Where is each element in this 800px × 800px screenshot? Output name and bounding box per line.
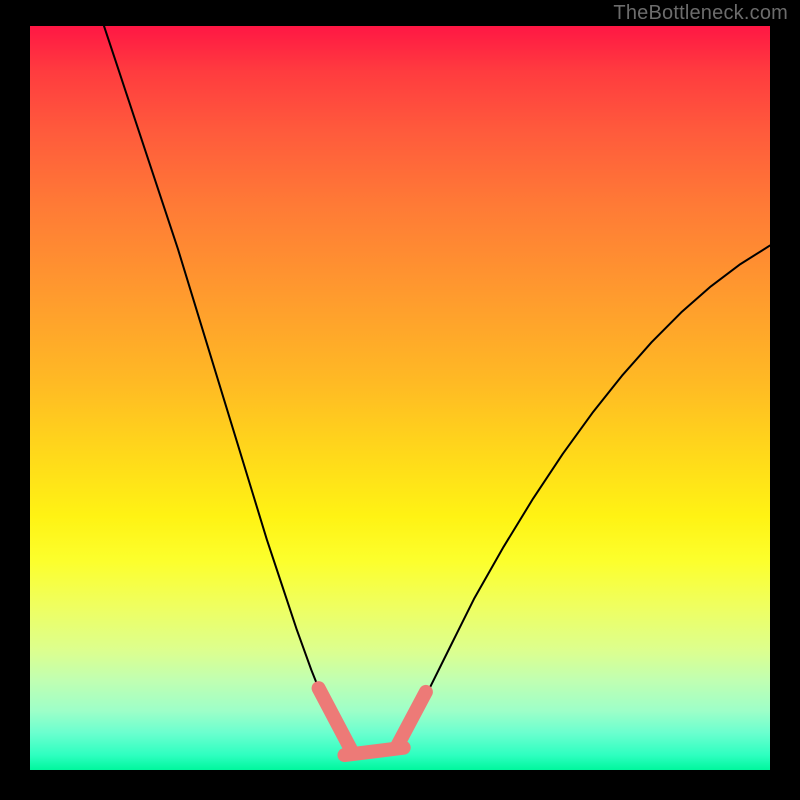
watermark-label: TheBottleneck.com (613, 2, 788, 25)
plot-area (30, 26, 770, 770)
chart-frame: TheBottleneck.com (0, 0, 800, 800)
curves-overlay (30, 26, 770, 770)
series-curve-right (400, 246, 770, 741)
series-highlight-left (319, 688, 352, 751)
series-curve-left (104, 26, 352, 748)
series-highlight-right (396, 692, 426, 748)
